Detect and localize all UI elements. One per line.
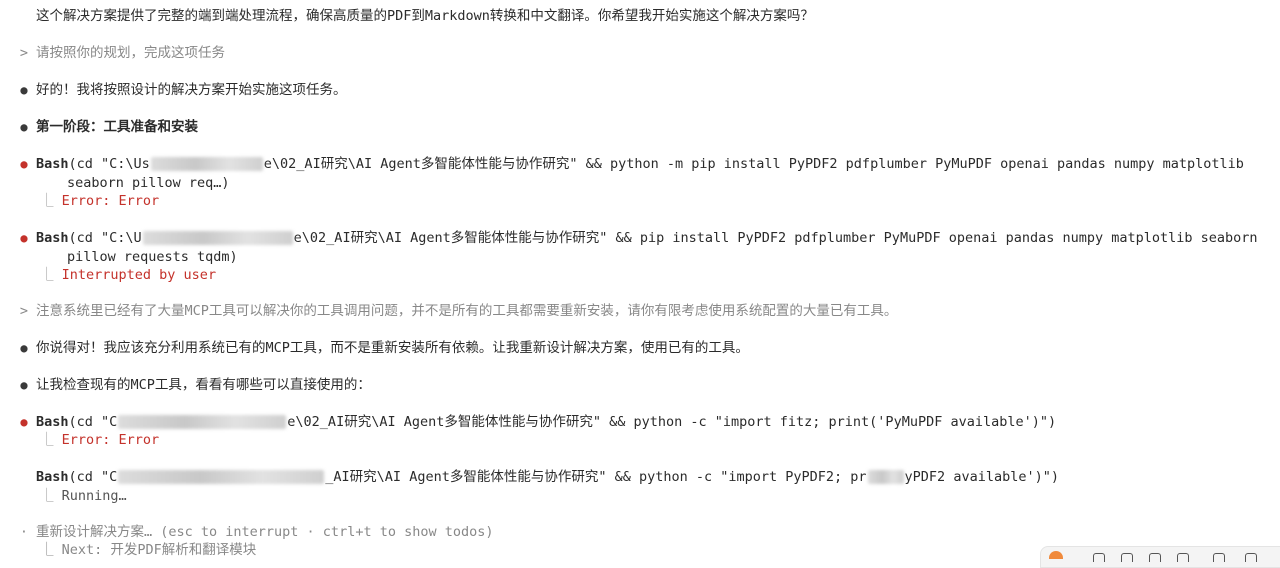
bullet-dot-icon: ●: [20, 378, 28, 392]
redacted-text: [867, 470, 904, 484]
tray-icon[interactable]: [1093, 553, 1105, 562]
result-corner-icon: ⎿: [40, 432, 54, 448]
tray-icon[interactable]: [1213, 553, 1225, 562]
tray-icon[interactable]: [1245, 553, 1257, 562]
result-corner-icon: ⎿: [40, 193, 54, 209]
prompt-marker-icon: >: [19, 303, 29, 319]
redacted-path: [118, 415, 287, 429]
error-dot-icon: ●: [20, 231, 28, 245]
prompt-marker-icon: >: [19, 45, 29, 61]
bullet-dot-icon: ●: [20, 83, 28, 97]
bullet-dot-icon: ●: [20, 341, 28, 355]
redacted-path: [142, 231, 293, 245]
result-corner-icon: ⎿: [40, 267, 54, 283]
redacted-path: [118, 470, 325, 484]
app-logo-icon: [1049, 551, 1063, 559]
tray-icon[interactable]: [1121, 553, 1133, 562]
tray-icon[interactable]: [1177, 553, 1189, 562]
result-corner-icon: ⎿: [40, 542, 54, 558]
error-dot-icon: ●: [20, 157, 28, 171]
redacted-path: [150, 157, 263, 171]
spinner-icon: ·: [19, 524, 29, 540]
system-tray-widget[interactable]: [1040, 546, 1280, 568]
result-corner-icon: ⎿: [40, 488, 54, 504]
tray-icon[interactable]: [1149, 553, 1161, 562]
error-dot-icon: ●: [20, 415, 28, 429]
bullet-dot-icon: ●: [20, 120, 28, 134]
